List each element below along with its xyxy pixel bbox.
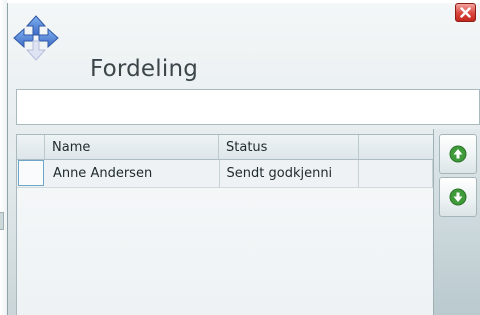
move-arrows-icon	[13, 15, 59, 61]
cell-status: Sendt godkjenni	[220, 160, 360, 187]
cell-extra	[359, 160, 433, 187]
table-row[interactable]: Anne Andersen Sendt godkjenni	[17, 160, 433, 188]
column-header-extra[interactable]	[359, 135, 433, 159]
close-icon	[460, 7, 471, 18]
row-selector[interactable]	[18, 160, 44, 186]
close-button[interactable]	[455, 3, 476, 22]
window-left-edge	[0, 0, 7, 315]
window-edge-handle[interactable]	[0, 212, 4, 230]
reorder-panel	[433, 129, 480, 315]
search-input[interactable]	[16, 89, 480, 125]
header-selector-cell	[17, 135, 45, 159]
cell-name: Anne Andersen	[46, 160, 220, 187]
table-header: Name Status	[17, 135, 433, 160]
move-down-button[interactable]	[439, 177, 477, 217]
arrow-up-icon	[449, 145, 467, 163]
column-header-name[interactable]: Name	[45, 135, 219, 159]
column-header-status[interactable]: Status	[219, 135, 359, 159]
move-up-button[interactable]	[439, 134, 477, 174]
distribution-table: Name Status Anne Andersen Sendt godkjenn…	[16, 134, 433, 315]
arrow-down-icon	[449, 188, 467, 206]
window-title: Fordeling	[90, 56, 199, 82]
